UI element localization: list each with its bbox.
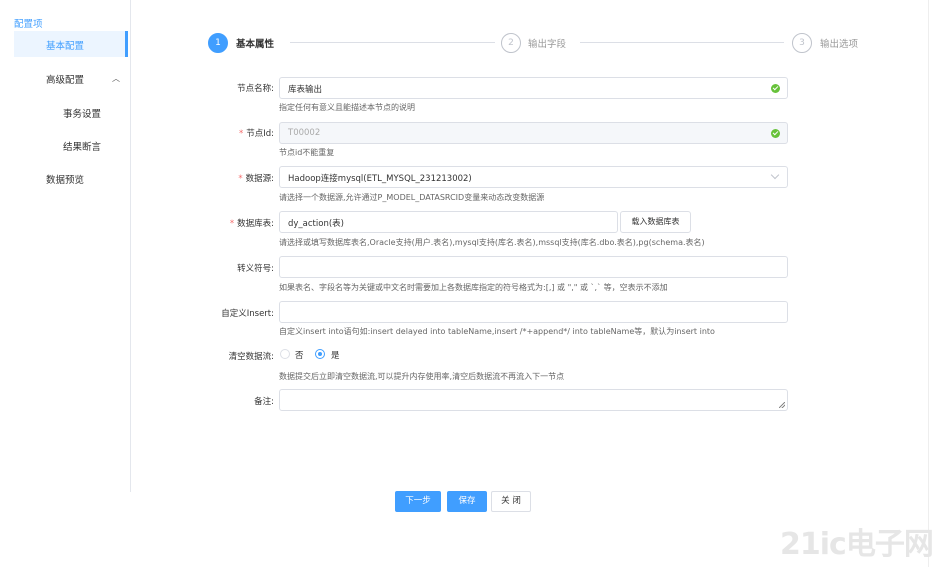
datasource-hint: 请选择一个数据源,允许通过P_MODEL_DATASRCID变量来动态改变数据源 [279, 193, 545, 202]
datasource-select[interactable]: Hadoop连接mysql(ETL_MYSQL_231213002) [279, 166, 788, 188]
radio-yes-label[interactable]: 是 [331, 349, 340, 361]
insert-label: 自定义Insert: [221, 309, 274, 319]
sidebar: 配置项 基本配置 高级配置 ︿ 事务设置 结果断言 数据预览 [0, 0, 131, 492]
sidebar-title: 配置项 [14, 19, 43, 30]
step-2-label: 输出字段 [528, 39, 567, 50]
watermark-logo: 21ic电子网 [780, 527, 934, 562]
chevron-up-icon[interactable]: ︿ [112, 73, 120, 84]
remark-label: 备注: [254, 397, 274, 407]
sidebar-item-advanced-config[interactable]: 高级配置 [46, 72, 84, 86]
step-1-number: 1 [208, 33, 228, 53]
node-name-label: 节点名称: [237, 84, 274, 94]
node-name-hint: 指定任何有意义且能描述本节点的说明 [279, 103, 415, 112]
step-3-label: 输出选项 [820, 39, 859, 50]
escape-hint: 如果表名、字段名等为关键或中文名时需要加上各数据库指定的符号格式为:[,] 或 … [279, 283, 668, 292]
sidebar-item-data-preview[interactable]: 数据预览 [46, 172, 84, 186]
node-id-input: T00002 [279, 122, 788, 144]
close-button[interactable]: 关 闭 [491, 491, 531, 512]
step-connector [290, 42, 495, 43]
step-1-label: 基本属性 [236, 39, 275, 50]
step-3-number: 3 [792, 33, 812, 53]
save-button[interactable]: 保存 [447, 491, 487, 512]
scrollbar-track [928, 0, 929, 567]
escape-label: 转义符号: [237, 264, 274, 274]
check-circle-icon [771, 84, 780, 93]
load-table-button[interactable]: 载入数据库表 [620, 211, 691, 233]
insert-hint: 自定义insert into语句如:insert delayed into ta… [279, 327, 715, 336]
check-circle-icon [771, 129, 780, 138]
sidebar-item-basic-config[interactable]: 基本配置 [14, 31, 128, 57]
clear-dataflow-hint: 数据提交后立即清空数据流,可以提升内存使用率,清空后数据流不再流入下一节点 [279, 372, 565, 381]
datasource-label: * 数据源: [238, 174, 274, 184]
step-connector [580, 42, 784, 43]
sidebar-item-label: 基本配置 [46, 41, 85, 52]
step-bar: 1 基本属性 2 输出字段 3 输出选项 [208, 32, 868, 56]
table-label: * 数据库表: [229, 219, 274, 229]
node-id-label: * 节点Id: [238, 129, 274, 139]
sidebar-item-transaction[interactable]: 事务设置 [63, 106, 101, 120]
clear-dataflow-label: 清空数据流: [228, 352, 274, 362]
node-name-input[interactable]: 库表输出 [279, 77, 788, 99]
radio-no-label[interactable]: 否 [295, 349, 304, 361]
insert-input[interactable] [279, 301, 788, 323]
remark-textarea[interactable] [279, 389, 788, 411]
node-id-hint: 节点id不能重复 [279, 148, 335, 157]
sidebar-item-result-assert[interactable]: 结果断言 [63, 139, 101, 153]
resize-handle-icon[interactable] [779, 402, 785, 408]
escape-input[interactable] [279, 256, 788, 278]
step-2-number: 2 [501, 33, 521, 53]
radio-yes[interactable] [315, 349, 325, 359]
table-hint: 请选择或填写数据库表名,Oracle支持(用户.表名),mysql支持(库名.表… [279, 238, 705, 247]
table-input[interactable]: dy_action(表) [279, 211, 618, 233]
chevron-down-icon [770, 170, 780, 180]
next-button[interactable]: 下一步 [395, 491, 441, 512]
radio-no[interactable] [280, 349, 290, 359]
